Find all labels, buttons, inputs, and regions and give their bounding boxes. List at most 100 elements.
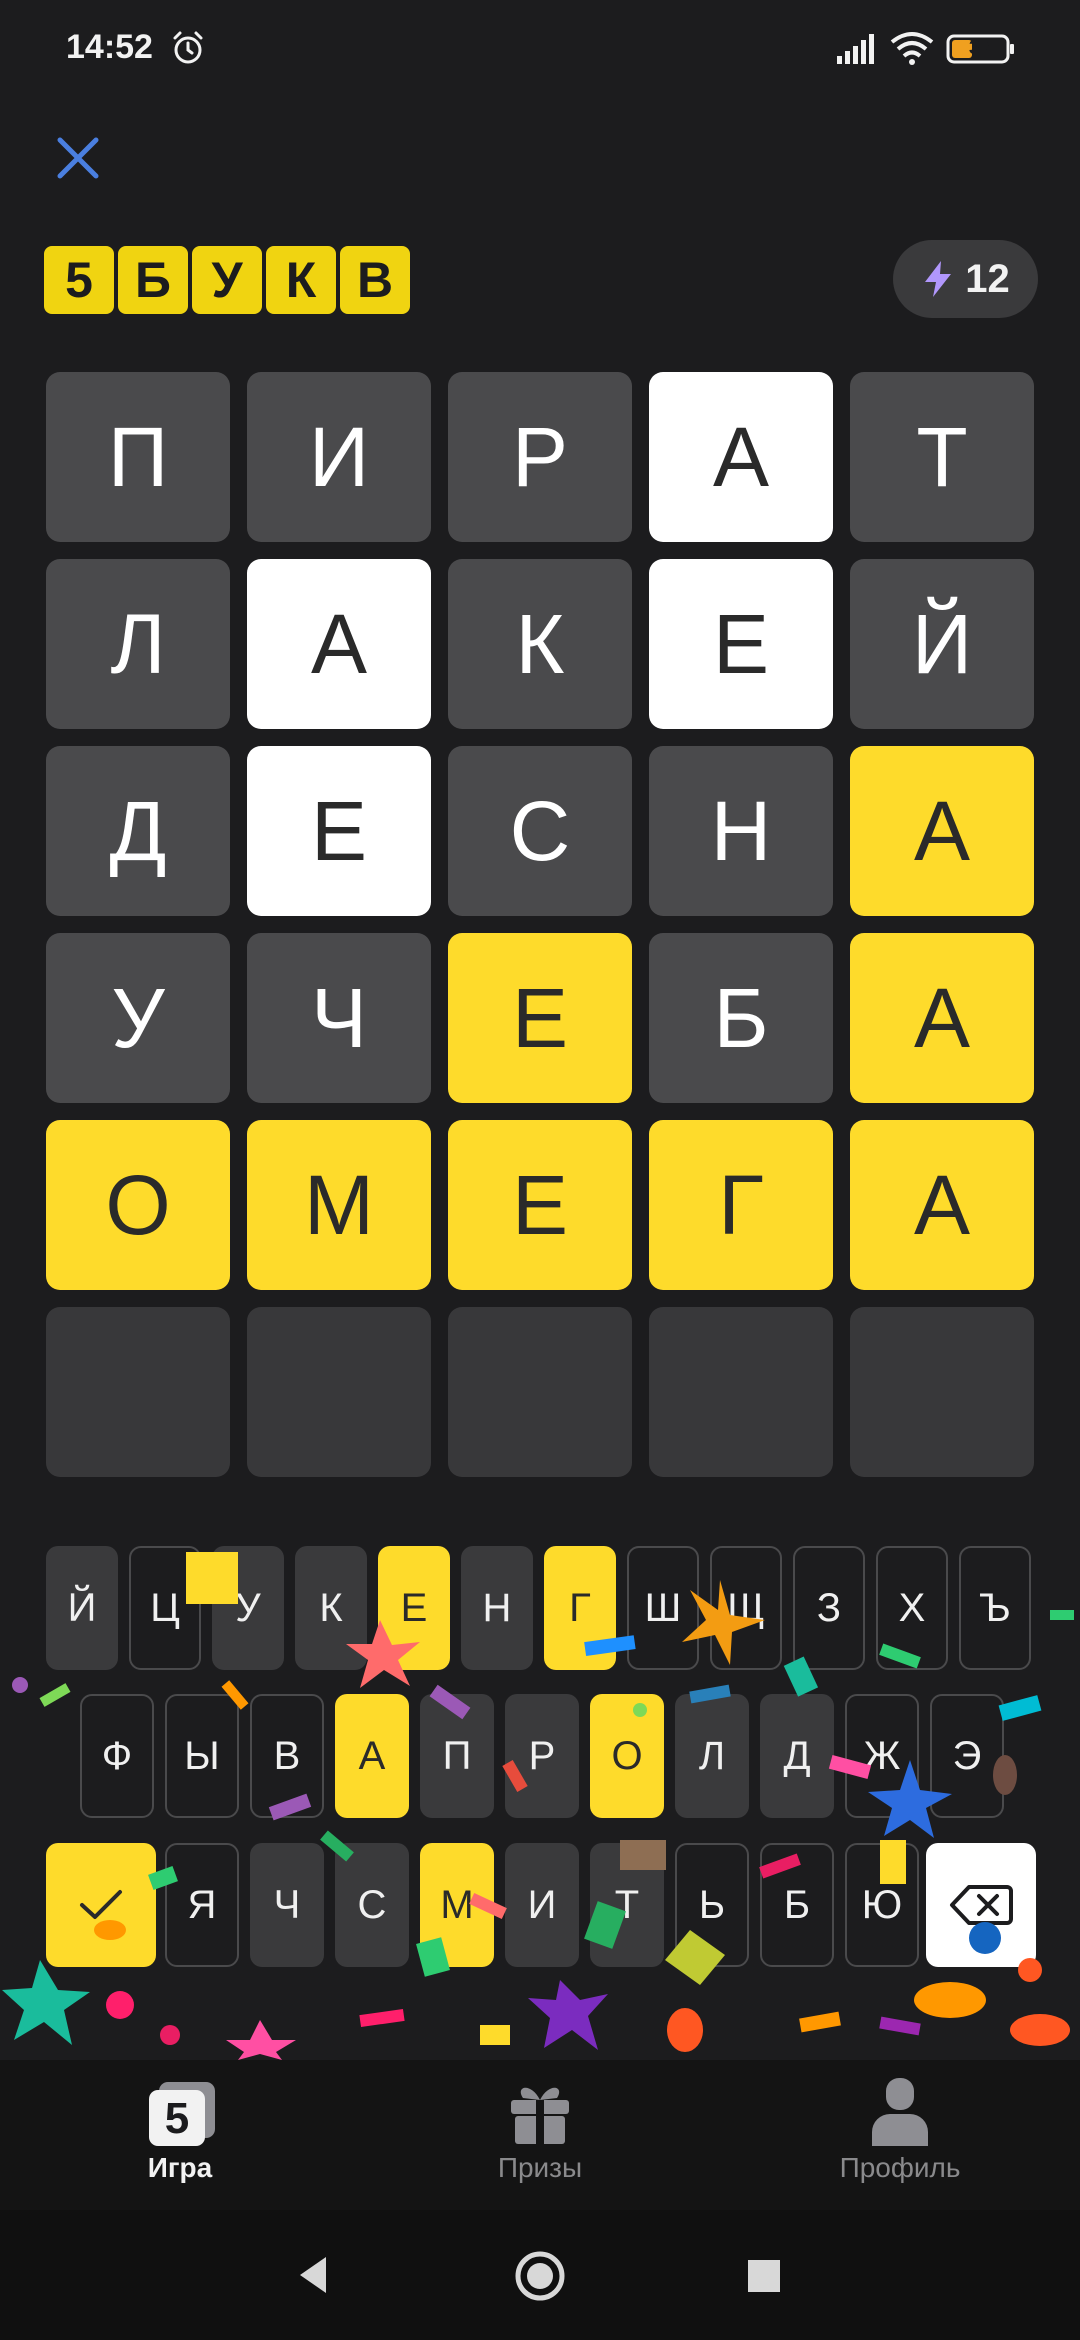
game-icon: 5 <box>149 2082 215 2146</box>
logo-letter: 5 <box>44 246 114 314</box>
board-tile: Р <box>448 372 632 542</box>
system-nav-bar <box>0 2210 1080 2340</box>
board-tile: У <box>46 933 230 1103</box>
board-tile: С <box>448 746 632 916</box>
board-tile: А <box>850 933 1034 1103</box>
key[interactable]: С <box>335 1843 409 1967</box>
board-tile: Ч <box>247 933 431 1103</box>
board-tile: А <box>850 1120 1034 1290</box>
key[interactable]: П <box>420 1694 494 1818</box>
key[interactable]: Г <box>544 1546 616 1670</box>
status-bar: 14:52 37 <box>0 0 1080 100</box>
logo-letter: В <box>340 246 410 314</box>
game-icon-digit: 5 <box>165 2094 189 2143</box>
key[interactable]: Ф <box>80 1694 154 1818</box>
board-tile: А <box>850 746 1034 916</box>
close-icon[interactable] <box>50 130 106 186</box>
key[interactable]: Ц <box>129 1546 201 1670</box>
nav-label-prizes: Призы <box>497 2152 583 2183</box>
board-tile: Г <box>649 1120 833 1290</box>
key[interactable]: В <box>250 1694 324 1818</box>
recents-icon[interactable] <box>746 2258 782 2294</box>
board-tile: Й <box>850 559 1034 729</box>
key[interactable]: М <box>420 1843 494 1967</box>
board-tile: Н <box>649 746 833 916</box>
keyboard-row-2: Ф Ы В А П Р О Л Д Ж Э <box>0 1694 1080 1818</box>
key[interactable]: Щ <box>710 1546 782 1670</box>
key[interactable]: Д <box>760 1694 834 1818</box>
key[interactable]: Б <box>760 1843 834 1967</box>
energy-count: 12 <box>965 256 1010 301</box>
nav-item-prizes[interactable]: Призы <box>390 2060 690 2210</box>
lightning-icon <box>925 261 952 297</box>
wifi-icon <box>890 32 934 65</box>
status-time: 14:52 <box>66 28 153 66</box>
key[interactable]: Й <box>46 1546 118 1670</box>
key[interactable]: Я <box>165 1843 239 1967</box>
backspace-button[interactable] <box>926 1843 1036 1967</box>
bottom-nav: 5 Игра Призы Профиль <box>0 2060 1080 2210</box>
board-tile <box>649 1307 833 1477</box>
key[interactable]: Ю <box>845 1843 919 1967</box>
board-tile: Е <box>448 1120 632 1290</box>
board-tile <box>46 1307 230 1477</box>
board-tile <box>850 1307 1034 1477</box>
logo-letter: К <box>266 246 336 314</box>
board-tile: Д <box>46 746 230 916</box>
keyboard-row-3: Я Ч С М И Т Ь Б Ю <box>0 1843 1080 1967</box>
key[interactable]: И <box>505 1843 579 1967</box>
key[interactable]: Н <box>461 1546 533 1670</box>
key[interactable]: З <box>793 1546 865 1670</box>
board-tile: Е <box>247 746 431 916</box>
board-tile: Л <box>46 559 230 729</box>
board-tile: Б <box>649 933 833 1103</box>
logo-letter: У <box>192 246 262 314</box>
key[interactable]: Ж <box>845 1694 919 1818</box>
keyboard-row-1: Й Ц У К Е Н Г Ш Щ З Х Ъ <box>0 1546 1080 1670</box>
backspace-icon <box>950 1885 1013 1925</box>
board-tile: А <box>247 559 431 729</box>
back-icon[interactable] <box>296 2255 330 2295</box>
key[interactable]: Ъ <box>959 1546 1031 1670</box>
key[interactable]: У <box>212 1546 284 1670</box>
gift-icon <box>511 2087 569 2144</box>
check-icon <box>80 1890 122 1919</box>
key[interactable]: Х <box>876 1546 948 1670</box>
key[interactable]: Ы <box>165 1694 239 1818</box>
nav-item-profile[interactable]: Профиль <box>750 2060 1050 2210</box>
key[interactable]: Т <box>590 1843 664 1967</box>
battery-level: 37 <box>968 37 992 59</box>
board-tile: М <box>247 1120 431 1290</box>
profile-icon <box>872 2078 928 2146</box>
alarm-icon <box>173 31 203 64</box>
nav-label-game: Игра <box>147 2152 213 2183</box>
key[interactable]: Ь <box>675 1843 749 1967</box>
board-tile: К <box>448 559 632 729</box>
enter-button[interactable] <box>46 1843 156 1967</box>
board-tile <box>448 1307 632 1477</box>
board-tile: Т <box>850 372 1034 542</box>
home-icon[interactable] <box>514 2250 566 2302</box>
nav-item-game[interactable]: 5 Игра <box>30 2060 330 2210</box>
key[interactable]: Ш <box>627 1546 699 1670</box>
key[interactable]: Э <box>930 1694 1004 1818</box>
key[interactable]: О <box>590 1694 664 1818</box>
key[interactable]: Р <box>505 1694 579 1818</box>
key[interactable]: Л <box>675 1694 749 1818</box>
logo-letter: Б <box>118 246 188 314</box>
key[interactable]: К <box>295 1546 367 1670</box>
board-tile <box>247 1307 431 1477</box>
board-tile: Е <box>448 933 632 1103</box>
board-tile: И <box>247 372 431 542</box>
board-tile: Е <box>649 559 833 729</box>
app-logo: 5 Б У К В <box>44 246 410 314</box>
energy-counter[interactable]: 12 <box>893 240 1038 318</box>
game-board: П И Р А Т Л А К Е Й Д Е С Н А У Ч Е Б А … <box>46 372 1036 1477</box>
board-tile: А <box>649 372 833 542</box>
nav-label-profile: Профиль <box>839 2152 961 2183</box>
key[interactable]: Е <box>378 1546 450 1670</box>
key[interactable]: Ч <box>250 1843 324 1967</box>
signal-icon <box>837 34 874 64</box>
key[interactable]: А <box>335 1694 409 1818</box>
board-tile: О <box>46 1120 230 1290</box>
